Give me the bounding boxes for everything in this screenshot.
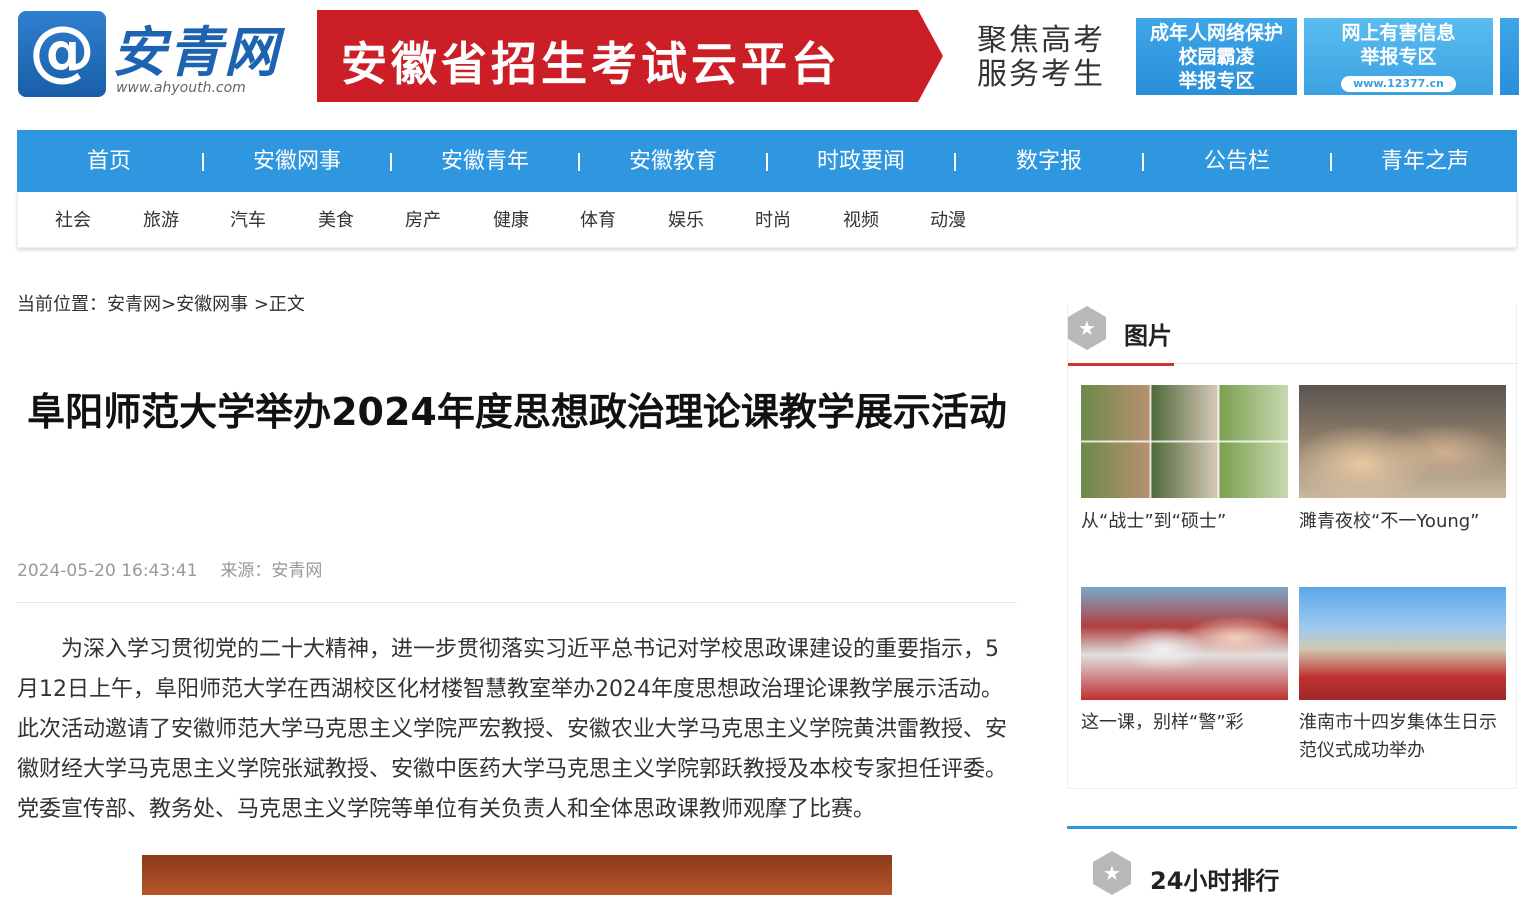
pictures-header-accent: [1068, 363, 1174, 366]
nav-divider: [766, 153, 768, 171]
article-title: 阜阳师范大学举办2024年度思想政治理论课教学展示活动: [27, 390, 1007, 434]
banner-side-text: 聚焦高考 服务考生: [977, 24, 1105, 92]
site-header: @ 安青网 www.ahyouth.com 安徽省招生考试云平台 聚焦高考 服务…: [0, 0, 1519, 110]
sidebar-pictures-panel: ★ 图片 从“战士”到“硕士” 濉青夜校“不一Young” 这一课，别样“警”彩…: [1067, 304, 1518, 789]
subnav-item-anime[interactable]: 动漫: [930, 192, 966, 248]
nav-divider: [202, 153, 204, 171]
subnav-item-travel[interactable]: 旅游: [143, 192, 179, 248]
logo-text[interactable]: 安青网: [112, 8, 280, 87]
subnav-item-ent[interactable]: 娱乐: [668, 192, 704, 248]
banner-side-line-1: 聚焦高考: [977, 23, 1105, 58]
site-logo-icon[interactable]: @: [18, 11, 106, 97]
promo1-line-2: 校园霸凌: [1178, 46, 1255, 68]
subnav-item-sports[interactable]: 体育: [580, 192, 616, 248]
breadcrumb-section-link[interactable]: >安徽网事: [161, 294, 248, 315]
picture-caption[interactable]: 濉青夜校“不一Young”: [1299, 508, 1509, 536]
pictures-title: 图片: [1124, 322, 1172, 350]
star-badge-icon: ★: [1093, 851, 1131, 895]
nav-item-youth-voice[interactable]: 青年之声: [1345, 130, 1505, 192]
picture-thumb-soldier[interactable]: [1081, 385, 1288, 498]
nav-divider: [1142, 153, 1144, 171]
picture-caption[interactable]: 从“战士”到“硕士”: [1081, 508, 1291, 536]
subnav-item-health[interactable]: 健康: [493, 192, 529, 248]
subnav-item-food[interactable]: 美食: [318, 192, 354, 248]
nav-divider: [578, 153, 580, 171]
article-meta: 2024-05-20 16:43:41 来源：安青网: [17, 556, 322, 581]
article-body-paragraph: 为深入学习贯彻党的二十大精神，进一步贯彻落实习近平总书记对学校思政课建设的重要指…: [17, 637, 1008, 822]
banner-red-panel: 安徽省招生考试云平台: [317, 10, 943, 102]
nav-item-home[interactable]: 首页: [29, 130, 189, 192]
nav-divider: [390, 153, 392, 171]
picture-caption[interactable]: 这一课，别样“警”彩: [1081, 709, 1291, 737]
nav-divider: [954, 153, 956, 171]
ranking-title: 24小时排行: [1150, 867, 1280, 895]
nav-item-anhui-edu[interactable]: 安徽教育: [593, 130, 753, 192]
nav-item-digital-paper[interactable]: 数字报: [969, 130, 1129, 192]
sidebar-ranking-panel: ★ 24小时排行: [1067, 826, 1517, 906]
meta-divider: [17, 602, 1017, 603]
logo-at-symbol: @: [29, 12, 95, 89]
breadcrumb-prefix: 当前位置：: [17, 294, 107, 315]
picture-caption[interactable]: 淮南市十四岁集体生日示范仪式成功举办: [1299, 709, 1509, 765]
sub-nav: 社会 旅游 汽车 美食 房产 健康 体育 娱乐 时尚 视频 动漫: [17, 192, 1517, 248]
subnav-item-realty[interactable]: 房产: [405, 192, 441, 248]
logo-url: www.ahyouth.com: [116, 80, 246, 96]
promo1-line-1: 成年人网络保护: [1149, 22, 1283, 44]
nav-item-politics[interactable]: 时政要闻: [781, 130, 941, 192]
minor-protection-report-banner[interactable]: 成年人网络保护 校园霸凌 举报专区: [1136, 18, 1297, 95]
picture-thumb-birthday-ceremony[interactable]: [1299, 587, 1506, 700]
pictures-header: ★ 图片: [1068, 304, 1518, 364]
banner-side-line-2: 服务考生: [977, 57, 1105, 92]
breadcrumb-home-link[interactable]: 安青网: [107, 294, 161, 315]
article-source: 来源：安青网: [220, 561, 323, 581]
subnav-item-auto[interactable]: 汽车: [230, 192, 266, 248]
nav-item-anhui-news[interactable]: 安徽网事: [217, 130, 377, 192]
promo2-line-2: 举报专区: [1360, 46, 1437, 68]
breadcrumb: 当前位置：安青网>安徽网事 >正文: [17, 290, 305, 316]
subnav-item-society[interactable]: 社会: [55, 192, 91, 248]
breadcrumb-current: >正文: [248, 294, 305, 315]
nav-item-anhui-youth[interactable]: 安徽青年: [405, 130, 565, 192]
subnav-item-video[interactable]: 视频: [843, 192, 879, 248]
picture-thumb-night-school[interactable]: [1299, 385, 1506, 498]
article-date: 2024-05-20 16:43:41: [17, 561, 198, 581]
banner-main-text: 安徽省招生考试云平台: [341, 37, 841, 91]
harmful-info-report-banner[interactable]: 网上有害信息 举报专区 www.12377.cn: [1304, 18, 1493, 95]
star-badge-icon: ★: [1068, 306, 1106, 350]
picture-thumb-police-class[interactable]: [1081, 587, 1288, 700]
subnav-item-fashion[interactable]: 时尚: [755, 192, 791, 248]
promo2-line-1: 网上有害信息: [1341, 22, 1456, 44]
exam-platform-banner[interactable]: 安徽省招生考试云平台 聚焦高考 服务考生: [317, 10, 1107, 102]
main-nav: 首页 安徽网事 安徽青年 安徽教育 时政要闻 数字报 公告栏 青年之声: [17, 130, 1517, 192]
extra-banner-edge[interactable]: [1500, 18, 1519, 95]
promo1-line-3: 举报专区: [1178, 70, 1255, 92]
article-image: [142, 855, 892, 895]
nav-item-bulletin[interactable]: 公告栏: [1157, 130, 1317, 192]
nav-divider: [1330, 153, 1332, 171]
promo2-url-pill: www.12377.cn: [1341, 76, 1456, 92]
